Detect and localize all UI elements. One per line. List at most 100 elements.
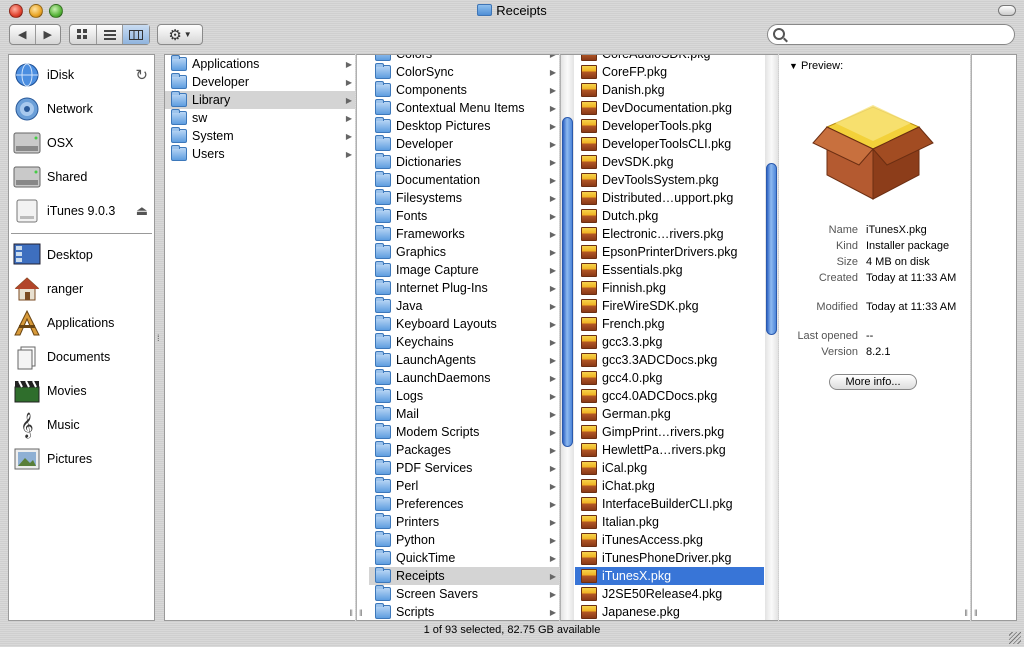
list-view-icon[interactable] <box>95 25 123 44</box>
package-row[interactable]: Essentials.pkg <box>575 261 764 279</box>
column-resize-handle[interactable]: ‖ <box>359 608 363 618</box>
sidebar-item-music[interactable]: 𝄞 Music <box>9 408 154 442</box>
folder-row[interactable]: sw ▶ <box>165 109 355 127</box>
column-resize-handle[interactable]: ‖ <box>349 608 353 618</box>
folder-row[interactable]: ColorSync ▶ <box>369 63 559 81</box>
package-row[interactable]: DeveloperToolsCLI.pkg <box>575 135 764 153</box>
folder-row[interactable]: Receipts ▶ <box>369 567 559 585</box>
folder-row[interactable]: System ▶ <box>165 127 355 145</box>
package-row[interactable]: Japanese.pkg <box>575 603 764 620</box>
sidebar-item-desktop[interactable]: Desktop <box>9 238 154 272</box>
column-resize-handle[interactable]: ‖ <box>964 608 968 618</box>
sidebar-item-applications[interactable]: Applications <box>9 306 154 340</box>
folder-row[interactable]: Documentation ▶ <box>369 171 559 189</box>
package-row[interactable]: DevSDK.pkg <box>575 153 764 171</box>
folder-row[interactable]: Developer ▶ <box>369 135 559 153</box>
sidebar-item-home[interactable]: ranger <box>9 272 154 306</box>
forward-arrow-icon[interactable]: ▶ <box>34 25 61 44</box>
folder-row[interactable]: LaunchDaemons ▶ <box>369 369 559 387</box>
folder-row[interactable]: QuickTime ▶ <box>369 549 559 567</box>
package-row[interactable]: DeveloperTools.pkg <box>575 117 764 135</box>
sidebar-item-shared[interactable]: Shared <box>9 160 154 194</box>
eject-icon[interactable]: ⏏ <box>136 203 148 219</box>
folder-row[interactable]: Applications ▶ <box>165 55 355 73</box>
folder-row[interactable]: Library ▶ <box>165 91 355 109</box>
folder-row[interactable]: Image Capture ▶ <box>369 261 559 279</box>
package-row[interactable]: J2SE50Release4.pkg <box>575 585 764 603</box>
sidebar-item-movies[interactable]: Movies <box>9 374 154 408</box>
package-row[interactable]: Dutch.pkg <box>575 207 764 225</box>
package-row[interactable]: GimpPrint…rivers.pkg <box>575 423 764 441</box>
folder-row[interactable]: Fonts ▶ <box>369 207 559 225</box>
folder-row[interactable]: Printers ▶ <box>369 513 559 531</box>
folder-row[interactable]: Contextual Menu Items ▶ <box>369 99 559 117</box>
disclosure-triangle-icon[interactable]: ▼ <box>789 61 798 71</box>
preview-header[interactable]: ▼ Preview: <box>789 60 843 72</box>
folder-row[interactable]: Components ▶ <box>369 81 559 99</box>
package-row[interactable]: iTunesX.pkg <box>575 567 764 585</box>
sidebar-resize-handle[interactable]: ⁞ <box>157 333 160 343</box>
package-row[interactable]: gcc3.3ADCDocs.pkg <box>575 351 764 369</box>
sidebar-item-pictures[interactable]: Pictures <box>9 442 154 476</box>
folder-row[interactable]: Mail ▶ <box>369 405 559 423</box>
sync-icon[interactable]: ↻ <box>135 66 148 84</box>
package-row[interactable]: FireWireSDK.pkg <box>575 297 764 315</box>
folder-row[interactable]: Packages ▶ <box>369 441 559 459</box>
folder-row[interactable]: Screen Savers ▶ <box>369 585 559 603</box>
folder-row[interactable]: Internet Plug-Ins ▶ <box>369 279 559 297</box>
package-row[interactable]: CoreFP.pkg <box>575 63 764 81</box>
window-resize-grip[interactable] <box>1009 632 1021 644</box>
sidebar-item-idisk[interactable]: iDisk ↻ <box>9 58 154 92</box>
folder-row[interactable]: Frameworks ▶ <box>369 225 559 243</box>
folder-row[interactable]: Keychains ▶ <box>369 333 559 351</box>
back-arrow-icon[interactable]: ◀ <box>10 25 35 44</box>
sidebar-item-itunes[interactable]: iTunes 9.0.3 ⏏ <box>9 194 154 228</box>
scrollbar-receipts[interactable] <box>765 55 778 620</box>
folder-row[interactable]: LaunchAgents ▶ <box>369 351 559 369</box>
scrollbar-thumb[interactable] <box>562 117 573 447</box>
sidebar-item-osx[interactable]: OSX <box>9 126 154 160</box>
package-row[interactable]: Finnish.pkg <box>575 279 764 297</box>
folder-row[interactable]: Graphics ▶ <box>369 243 559 261</box>
package-row[interactable]: gcc4.0ADCDocs.pkg <box>575 387 764 405</box>
folder-row[interactable]: Desktop Pictures ▶ <box>369 117 559 135</box>
sidebar-item-network[interactable]: Network <box>9 92 154 126</box>
package-row[interactable]: German.pkg <box>575 405 764 423</box>
folder-row[interactable]: Dictionaries ▶ <box>369 153 559 171</box>
icon-view-icon[interactable] <box>70 25 96 44</box>
folder-row[interactable]: Preferences ▶ <box>369 495 559 513</box>
package-row[interactable]: HewlettPa…rivers.pkg <box>575 441 764 459</box>
package-row[interactable]: gcc3.3.pkg <box>575 333 764 351</box>
package-row[interactable]: iChat.pkg <box>575 477 764 495</box>
folder-row[interactable]: Logs ▶ <box>369 387 559 405</box>
folder-row[interactable]: Java ▶ <box>369 297 559 315</box>
folder-row[interactable]: Scripts ▶ <box>369 603 559 620</box>
package-row[interactable]: gcc4.0.pkg <box>575 369 764 387</box>
more-info-button[interactable]: More info... <box>829 374 917 390</box>
package-row[interactable]: Electronic…rivers.pkg <box>575 225 764 243</box>
folder-row[interactable]: Users ▶ <box>165 145 355 163</box>
scrollbar-library[interactable] <box>561 55 574 620</box>
scrollbar-thumb[interactable] <box>766 163 777 335</box>
folder-row[interactable]: Colors ▶ <box>369 55 559 63</box>
package-row[interactable]: DevDocumentation.pkg <box>575 99 764 117</box>
package-row[interactable]: iTunesPhoneDriver.pkg <box>575 549 764 567</box>
folder-row[interactable]: Modem Scripts ▶ <box>369 423 559 441</box>
folder-row[interactable]: Filesystems ▶ <box>369 189 559 207</box>
toolbar-toggle-button[interactable] <box>998 5 1016 16</box>
package-row[interactable]: Danish.pkg <box>575 81 764 99</box>
search-field[interactable] <box>767 24 1015 45</box>
package-row[interactable]: iTunesAccess.pkg <box>575 531 764 549</box>
package-row[interactable]: iCal.pkg <box>575 459 764 477</box>
folder-row[interactable]: Developer ▶ <box>165 73 355 91</box>
column-resize-handle[interactable]: ‖ <box>974 608 978 618</box>
folder-row[interactable]: Perl ▶ <box>369 477 559 495</box>
folder-row[interactable]: Python ▶ <box>369 531 559 549</box>
package-row[interactable]: Distributed…upport.pkg <box>575 189 764 207</box>
package-row[interactable]: Italian.pkg <box>575 513 764 531</box>
package-row[interactable]: French.pkg <box>575 315 764 333</box>
package-row[interactable]: CoreAudioSDK.pkg <box>575 55 764 63</box>
folder-row[interactable]: Keyboard Layouts ▶ <box>369 315 559 333</box>
package-row[interactable]: InterfaceBuilderCLI.pkg <box>575 495 764 513</box>
package-row[interactable]: EpsonPrinterDrivers.pkg <box>575 243 764 261</box>
